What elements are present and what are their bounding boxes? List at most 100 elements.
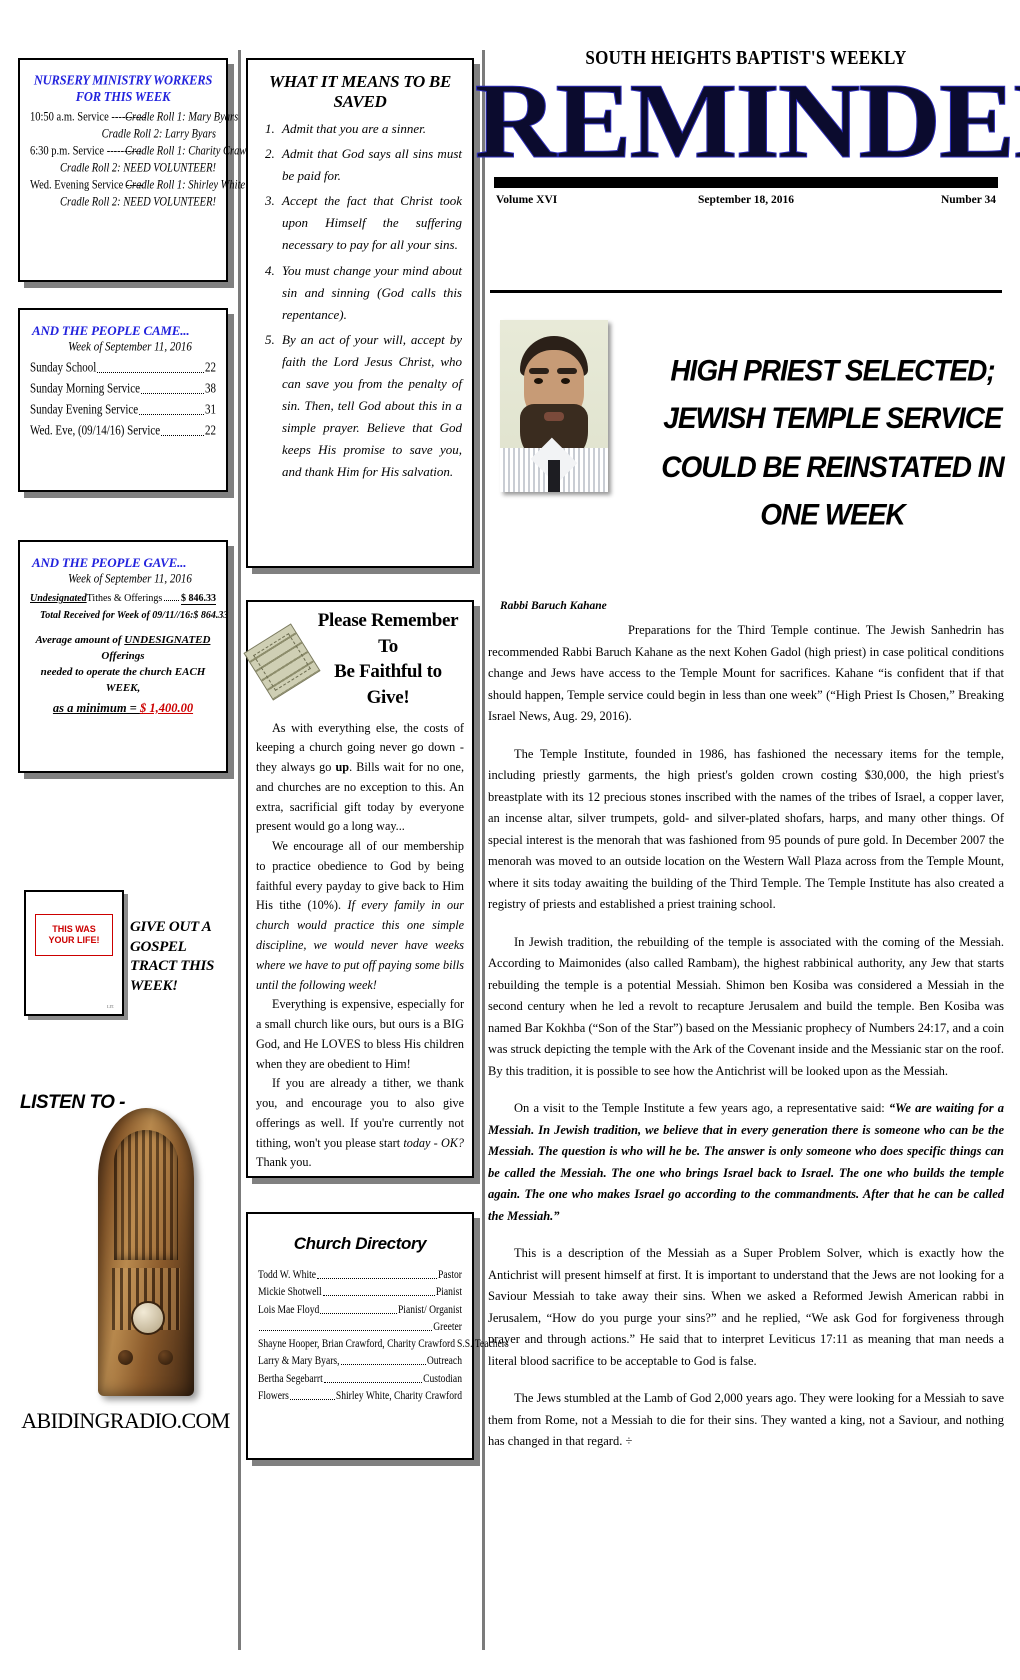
- article-paragraph-6: The Jews stumbled at the Lamb of God 2,0…: [488, 1391, 1004, 1448]
- give-p4-b: Thank you.: [256, 1155, 312, 1170]
- masthead-number: Number 34: [940, 194, 996, 207]
- directory-title: Church Directory: [293, 1234, 427, 1253]
- give-paragraph-4: If you are already a tither, we thank yo…: [256, 1074, 464, 1173]
- nursery-row: 10:50 a.m. Service ---------- Cradle Rol…: [30, 109, 238, 126]
- directory-name: Flowers: [258, 1389, 289, 1403]
- leader-dots: [161, 435, 204, 437]
- article-p4-lead: On a visit to the Temple Institute a few…: [514, 1101, 889, 1115]
- rabbi-photo: [500, 320, 608, 492]
- saved-title: WHAT IT MEANS TO BE SAVED: [269, 72, 451, 111]
- masthead-meta: Volume XVI September 18, 2016 Number 34: [490, 194, 1002, 206]
- saved-step: Admit that God says all sins must be pai…: [278, 143, 462, 187]
- give-p4-italic: today - OK?: [403, 1135, 464, 1150]
- faithful-giving-panel: Please Remember To Be Faithful to Give! …: [243, 600, 474, 1178]
- saved-step: Admit that you are a sinner.: [278, 118, 462, 140]
- leader-dots: [320, 1312, 397, 1314]
- nursery-row: 6:30 p.m. Service ---------- Cradle Roll…: [30, 143, 263, 160]
- masthead-date: September 18, 2016: [698, 194, 794, 207]
- gospel-tract-block: THIS WAS YOUR LIFE! LIT. GIVE OUT A GOSP…: [18, 890, 228, 1020]
- article-paragraph-3: In Jewish tradition, the rebuilding of t…: [488, 934, 1004, 1078]
- saved-step: By an act of your will, accept by faith …: [278, 329, 462, 484]
- undesignated-row: Undesignated Tithes & Offerings $ 846.33: [30, 593, 216, 605]
- directory-row: Flowers Shirley White, Charity Crawford: [258, 1389, 462, 1406]
- average-line-2: needed to operate the church EACH WEEK,: [40, 665, 206, 694]
- nursery-row: Cradle Roll 2: NEED VOLUNTEER!: [30, 160, 216, 177]
- giving-title: AND THE PEOPLE GAVE...: [32, 555, 187, 570]
- tract-headline: GIVE OUT A GOSPEL TRACT THIS WEEK!: [130, 918, 238, 996]
- saved-step: Accept the fact that Christ took upon Hi…: [278, 190, 462, 256]
- directory-row: Lois Mae Floyd Pianist/ Organist: [258, 1303, 462, 1320]
- money-bills-icon: [243, 623, 321, 701]
- article-paragraph-2: The Temple Institute, founded in 1986, h…: [488, 746, 1004, 912]
- minimum-row: as a minimum = $ 1,400.00: [30, 701, 216, 716]
- average-needed-text: Average amount of UNDESIGNATED Offerings…: [30, 633, 216, 697]
- radio-tuning-dial: [131, 1301, 165, 1335]
- radio-arch-grille: [114, 1130, 178, 1260]
- undesignated-amount: $ 846.33: [181, 593, 216, 605]
- photo-brow-left: [529, 368, 549, 374]
- photo-brow-right: [557, 368, 577, 374]
- photo-eye-left: [534, 378, 543, 384]
- leader-dots: [164, 600, 179, 601]
- saved-steps-list: Admit that you are a sinner. Admit that …: [258, 118, 462, 484]
- leader-dots: [259, 1329, 433, 1331]
- minimum-label: as a minimum =: [52, 700, 140, 715]
- give-paragraph-2: We encourage all of our membership to pr…: [256, 837, 464, 995]
- tract-card-text: THIS WAS YOUR LIFE!: [35, 914, 113, 956]
- leader-dots: [323, 1381, 423, 1383]
- photo-tie: [548, 460, 560, 492]
- average-undesignated-word: UNDESIGNATED: [124, 634, 211, 646]
- give-title-line1: Please Remember To: [317, 610, 459, 657]
- nursery-service-time: [30, 192, 60, 212]
- undesignated-label-underlined: Undesignated: [30, 593, 87, 604]
- giving-panel: AND THE PEOPLE GAVE... Week of September…: [18, 540, 228, 773]
- nursery-row: Wed. Evening Service ----- Cradle Roll 1…: [30, 177, 245, 194]
- leader-dots: [140, 393, 204, 395]
- tract-card-image: THIS WAS YOUR LIFE! LIT.: [24, 890, 124, 1016]
- give-header: Please Remember To Be Faithful to Give!: [243, 602, 472, 715]
- attendance-label: Wed. Eve, (09/14/16) Service: [30, 423, 161, 439]
- tract-headline-line1: GIVE OUT A GOSPEL: [130, 919, 211, 955]
- masthead-volume: Volume XVI: [496, 194, 558, 207]
- leader-dots: [317, 1278, 438, 1279]
- radio-knob-left: [118, 1350, 133, 1365]
- giving-subtitle: Week of September 11, 2016: [68, 572, 192, 586]
- radio-knob-right: [158, 1350, 173, 1365]
- total-received-row: Total Received for Week of 09/11//16: $ …: [30, 610, 228, 621]
- tract-card-imprint: LIT.: [107, 1004, 114, 1009]
- nursery-ministry-panel: NURSERY MINISTRY WORKERS FOR THIS WEEK 1…: [18, 58, 263, 282]
- nursery-title: NURSERY MINISTRY WORKERS FOR THIS WEEK: [33, 72, 213, 105]
- masthead-title: REMINDER: [474, 62, 1020, 181]
- leader-dots: [139, 414, 204, 416]
- leader-dots: [322, 1295, 435, 1297]
- article-headline: HIGH PRIEST SELECTED; JEWISH TEMPLE SERV…: [661, 353, 1005, 532]
- attendance-panel: AND THE PEOPLE CAME... Week of September…: [18, 308, 228, 492]
- nursery-row: Cradle Roll 2: Larry Byars: [30, 126, 216, 143]
- radio-website[interactable]: ABIDINGRADIO.COM: [18, 1408, 233, 1434]
- article-p4-quote: “We are waiting for a Messiah. In Jewish…: [488, 1101, 1004, 1223]
- bulletin-page: NURSERY MINISTRY WORKERS FOR THIS WEEK 1…: [0, 0, 1020, 1680]
- give-body-text: As with everything else, the costs of ke…: [248, 715, 472, 1174]
- tract-headline-line2: TRACT THIS WEEK!: [130, 958, 215, 994]
- minimum-amount: $ 1,400.00: [139, 700, 194, 715]
- article-body: Preparations for the Third Temple contin…: [488, 620, 1004, 1469]
- give-p1-emphasis: up: [335, 760, 350, 775]
- column-rule-2: [482, 50, 485, 1650]
- column-rule-1: [238, 50, 241, 1650]
- photo-mouth: [544, 412, 564, 421]
- total-received-label: Total Received for Week of 09/11//16:: [40, 610, 194, 621]
- total-received-amount: $ 864.33: [193, 610, 229, 621]
- photo-caption: Rabbi Baruch Kahane: [500, 600, 607, 612]
- give-title-line2: Be Faithful to Give!: [334, 661, 442, 708]
- saved-step: You must change your mind about sin and …: [278, 260, 462, 326]
- leader-dots: [289, 1398, 335, 1400]
- nursery-worker: Cradle Roll 2: NEED VOLUNTEER!: [59, 196, 216, 209]
- what-it-means-to-be-saved-panel: WHAT IT MEANS TO BE SAVED Admit that you…: [246, 58, 474, 568]
- photo-eye-right: [561, 378, 570, 384]
- article-paragraph-4: On a visit to the Temple Institute a few…: [488, 1098, 1004, 1227]
- nursery-row: Cradle Roll 2: NEED VOLUNTEER!: [30, 194, 216, 211]
- masthead: SOUTH HEIGHTS BAPTIST'S WEEKLY REMINDER …: [474, 46, 1020, 206]
- attendance-subtitle: Week of September 11, 2016: [68, 340, 192, 354]
- article-separator-rule: [490, 290, 1002, 293]
- average-part-a: Average amount of: [35, 634, 125, 646]
